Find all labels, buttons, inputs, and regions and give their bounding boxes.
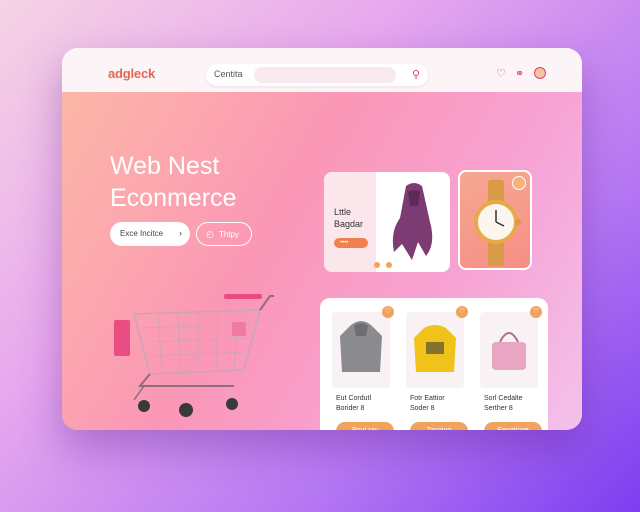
watch-card[interactable] — [458, 170, 532, 270]
product-card[interactable]: ♡ Fotr Eattior Soder 8 Tanging — [402, 306, 468, 430]
arrow-right-icon: › — [179, 228, 182, 238]
handbag-image — [480, 312, 538, 388]
secondary-cta-label: Thtpy — [219, 230, 240, 239]
carousel-dots[interactable] — [374, 255, 393, 272]
promo-card[interactable]: Lttle Bagdar •••• — [324, 172, 450, 272]
headline-line-1: Web Nest — [110, 152, 220, 180]
product-cta-button[interactable]: Eeoatinge — [484, 422, 542, 430]
product-card[interactable]: ♡ Eut Cordutl Borider 8 Pout ray — [328, 306, 394, 430]
hero-headline: Web Nest Econmerce — [110, 150, 236, 214]
product-price: Borider 8 — [336, 405, 365, 412]
favorite-icon[interactable]: ♡ — [530, 306, 542, 318]
product-price: Serther 8 — [484, 405, 513, 412]
product-card[interactable]: ♡ Sorl Cedalte Serther 8 Eeoatinge — [476, 306, 542, 430]
product-price: Soder 8 — [410, 405, 435, 412]
shopping-cart-illustration — [114, 294, 274, 417]
promo-title-line-1: Lttle — [334, 207, 352, 217]
app-logo[interactable]: adgleck — [108, 66, 155, 81]
badge-icon — [512, 176, 526, 190]
hoodie-image — [332, 312, 390, 388]
headline-line-2: Econmerce — [110, 184, 237, 212]
product-cta-button[interactable]: Tanging — [410, 422, 468, 430]
product-grid: ♡ Eut Cordutl Borider 8 Pout ray ♡ Fotr … — [320, 298, 548, 430]
cart-icon: ◴ — [206, 229, 214, 239]
user-icon[interactable]: ♡ — [496, 67, 506, 80]
promo-title-line-2: Bagdar — [334, 219, 364, 229]
favorite-icon[interactable]: ♡ — [382, 306, 394, 318]
search-input[interactable] — [254, 67, 396, 83]
primary-cta-label: Exce Incitce — [120, 229, 164, 238]
hero-subtext: · · · · · · · · · — [114, 255, 163, 261]
search-label: Centita — [214, 69, 243, 79]
sweatshirt-image — [406, 312, 464, 388]
primary-cta-button[interactable]: Exce Incitce › — [110, 222, 190, 246]
promo-title: Lttle Bagdar — [334, 206, 363, 230]
scarf-image — [392, 183, 433, 260]
promo-pill-button[interactable]: •••• — [334, 238, 368, 248]
top-nav-bar: adgleck Centita ⚲ ♡ ⚭ — [62, 48, 582, 92]
secondary-cta-button[interactable]: ◴ Thtpy — [196, 222, 252, 246]
settings-icon[interactable]: ⚭ — [515, 67, 524, 80]
hero-section: Web Nest Econmerce Exce Incitce › ◴ Thtp… — [62, 92, 582, 430]
product-name: Fotr Eattior — [410, 395, 445, 402]
browser-window: adgleck Centita ⚲ ♡ ⚭ Web Nest Econmerce… — [62, 48, 582, 430]
product-name: Sorl Cedalte — [484, 395, 523, 402]
product-name: Eut Cordutl — [336, 395, 372, 402]
avatar[interactable] — [534, 67, 546, 79]
search-box[interactable]: Centita ⚲ — [206, 64, 428, 86]
favorite-icon[interactable]: ♡ — [456, 306, 468, 318]
search-icon[interactable]: ⚲ — [412, 68, 420, 81]
product-cta-button[interactable]: Pout ray — [336, 422, 394, 430]
